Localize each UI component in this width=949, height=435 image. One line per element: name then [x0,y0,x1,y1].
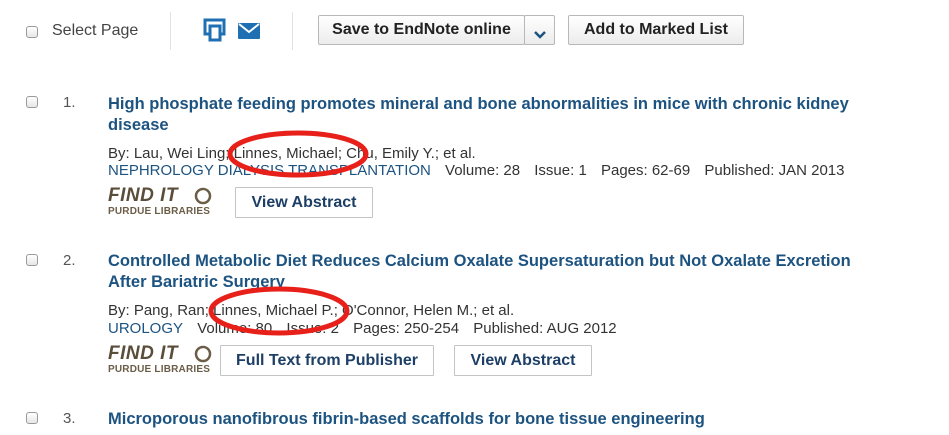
published-text: Published: JAN 2013 [704,162,845,179]
pages-text: Pages: 250-254 [353,320,460,337]
record-checkbox[interactable] [26,412,38,424]
view-abstract-label: View Abstract [251,194,357,211]
find-it-purdue-logo[interactable]: FIND IT PURDUE LIBRARIES [108,343,216,379]
record-source: NEPHROLOGY DIALYSIS TRANSPLANTATION Volu… [108,162,844,179]
find-it-purdue-logo[interactable]: FIND IT PURDUE LIBRARIES [108,185,216,221]
volume-text: Volume: 28 [445,162,521,179]
print-icon[interactable] [203,18,227,42]
purdue-libraries-text: PURDUE LIBRARIES [108,364,211,375]
find-it-swirl-icon [194,345,212,363]
add-to-marked-list-label: Add to Marked List [583,21,728,38]
find-it-text: FIND IT [108,343,178,364]
record-source: UROLOGY Volume: 80 Issue: 2 Pages: 250-2… [108,320,617,337]
select-page-label: Select Page [52,22,139,39]
toolbar-divider [292,12,293,50]
published-text: Published: AUG 2012 [473,320,617,337]
view-abstract-button[interactable]: View Abstract [454,345,592,376]
pages-text: Pages: 62-69 [600,162,691,179]
record-checkbox[interactable] [26,254,38,266]
journal-name-link[interactable]: UROLOGY [108,320,183,337]
view-abstract-button[interactable]: View Abstract [235,187,373,218]
find-it-swirl-icon [194,187,212,205]
record-title-link[interactable]: Microporous nanofibrous fibrin-based sca… [108,409,928,430]
record-title-line: Microporous nanofibrous fibrin-based sca… [108,410,705,428]
select-page-checkbox[interactable] [26,26,38,38]
record-number: 2. [63,252,76,269]
issue-text: Issue: 1 [534,162,587,179]
email-icon[interactable] [238,23,260,39]
chevron-down-icon [533,22,547,50]
find-it-text: FIND IT [108,185,178,206]
record-number: 1. [63,94,76,111]
save-options-dropdown[interactable] [524,15,555,45]
view-abstract-label: View Abstract [470,352,576,369]
save-to-endnote-label: Save to EndNote online [332,21,511,38]
red-highlight-ellipse [227,130,369,178]
red-highlight-ellipse [208,286,350,336]
record-title-line: High phosphate feeding promotes mineral … [108,95,849,113]
full-text-label: Full Text from Publisher [236,352,418,369]
save-to-endnote-button[interactable]: Save to EndNote online [318,15,525,45]
record-checkbox[interactable] [26,96,38,108]
record-number: 3. [63,410,76,427]
full-text-from-publisher-button[interactable]: Full Text from Publisher [220,345,434,376]
add-to-marked-list-button[interactable]: Add to Marked List [568,15,744,45]
toolbar-divider [170,12,171,50]
record-title-line: Controlled Metabolic Diet Reduces Calciu… [108,252,851,270]
purdue-libraries-text: PURDUE LIBRARIES [108,206,211,217]
